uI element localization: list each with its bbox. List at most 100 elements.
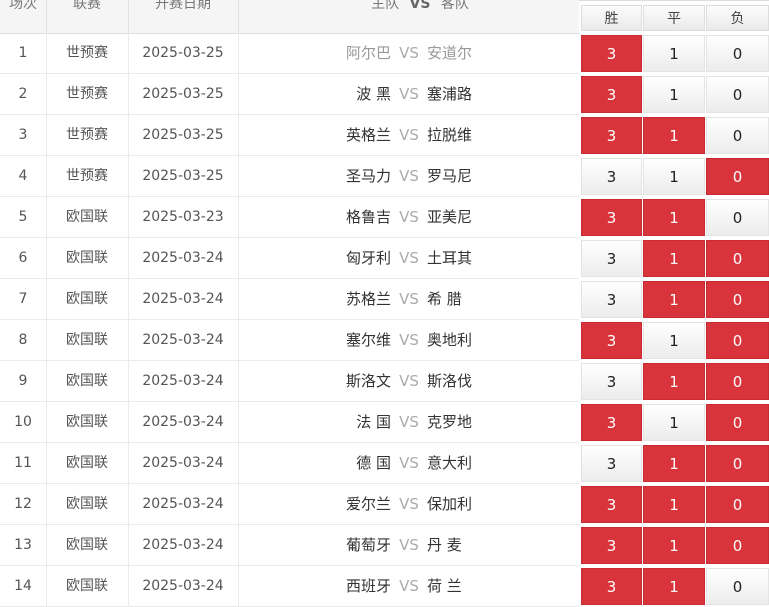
- vs-label: VS: [399, 126, 419, 144]
- away-team: 奥地利: [427, 331, 473, 349]
- match-no: 11: [14, 455, 32, 471]
- league-name: 欧国联: [66, 578, 108, 594]
- win-option[interactable]: 3: [581, 199, 642, 236]
- league-name: 欧国联: [66, 455, 108, 471]
- header-match-no: 场次: [9, 0, 37, 12]
- match-no: 13: [14, 537, 32, 553]
- win-option[interactable]: 3: [581, 527, 642, 564]
- win-option[interactable]: 3: [581, 363, 642, 400]
- draw-option[interactable]: 1: [643, 486, 705, 523]
- draw-option[interactable]: 1: [643, 76, 705, 113]
- match-date: 2025-03-24: [142, 373, 224, 389]
- header-date: 开赛日期: [155, 0, 211, 12]
- match-no: 6: [18, 250, 28, 266]
- league-name: 欧国联: [66, 332, 108, 348]
- lose-option[interactable]: 0: [706, 76, 769, 113]
- win-option[interactable]: 3: [581, 117, 642, 154]
- lose-option[interactable]: 0: [706, 199, 769, 236]
- league-name: 欧国联: [66, 250, 108, 266]
- match-teams: 格鲁吉 VS 亚美尼: [239, 197, 579, 238]
- league-name: 欧国联: [66, 209, 108, 225]
- win-option[interactable]: 3: [581, 322, 642, 359]
- draw-option[interactable]: 1: [643, 322, 705, 359]
- league-name: 欧国联: [66, 291, 108, 307]
- win-option[interactable]: 3: [581, 486, 642, 523]
- draw-option[interactable]: 1: [643, 445, 705, 482]
- draw-option[interactable]: 1: [643, 527, 705, 564]
- lose-option[interactable]: 0: [706, 363, 769, 400]
- away-team: 希 腊: [427, 290, 462, 308]
- win-option[interactable]: 3: [581, 158, 642, 195]
- win-option[interactable]: 3: [581, 76, 642, 113]
- home-team: 德 国: [356, 454, 391, 472]
- vs-label: VS: [399, 536, 419, 554]
- vs-label: VS: [399, 454, 419, 472]
- win-option[interactable]: 3: [581, 445, 642, 482]
- match-teams: 法 国 VS 克罗地: [239, 402, 579, 443]
- home-team: 波 黑: [356, 85, 391, 103]
- match-date: 2025-03-25: [142, 45, 224, 61]
- odds-header: 胜 平 负: [579, 0, 769, 34]
- lose-option[interactable]: 0: [706, 117, 769, 154]
- away-team: 罗马尼: [427, 167, 473, 185]
- home-team: 爱尔兰: [345, 495, 391, 513]
- lose-option[interactable]: 0: [706, 35, 769, 72]
- lose-option[interactable]: 0: [706, 158, 769, 195]
- lose-option[interactable]: 0: [706, 404, 769, 441]
- home-team: 阿尔巴: [345, 44, 391, 62]
- win-option[interactable]: 3: [581, 568, 642, 605]
- league-name: 世预赛: [66, 168, 108, 184]
- header-draw: 平: [643, 5, 705, 31]
- table-row: 1 世预赛 2025-03-25 阿尔巴 VS 安道尔 3 1 0: [0, 33, 769, 74]
- table-row: 6 欧国联 2025-03-24 匈牙利 VS 土耳其 3 1 0: [0, 238, 769, 279]
- draw-option[interactable]: 1: [643, 158, 705, 195]
- win-option[interactable]: 3: [581, 240, 642, 277]
- league-name: 欧国联: [66, 414, 108, 430]
- home-team: 匈牙利: [345, 249, 391, 267]
- win-option[interactable]: 3: [581, 404, 642, 441]
- draw-option[interactable]: 1: [643, 363, 705, 400]
- win-option[interactable]: 3: [581, 35, 642, 72]
- league-name: 世预赛: [66, 127, 108, 143]
- draw-option[interactable]: 1: [643, 35, 705, 72]
- home-team: 斯洛文: [345, 372, 391, 390]
- match-no: 10: [14, 414, 32, 430]
- match-date: 2025-03-24: [142, 537, 224, 553]
- match-teams: 西班牙 VS 荷 兰: [239, 566, 579, 607]
- table-header: 场次 联赛 开赛日期 主队 VS 客队: [0, 0, 579, 34]
- league-name: 欧国联: [66, 537, 108, 553]
- lose-option[interactable]: 0: [706, 281, 769, 318]
- lose-option[interactable]: 0: [706, 240, 769, 277]
- draw-option[interactable]: 1: [643, 199, 705, 236]
- draw-option[interactable]: 1: [643, 240, 705, 277]
- divider: [238, 0, 239, 33]
- league-name: 世预赛: [66, 45, 108, 61]
- vs-label: VS: [399, 577, 419, 595]
- draw-option[interactable]: 1: [643, 281, 705, 318]
- draw-option[interactable]: 1: [643, 568, 705, 605]
- lose-option[interactable]: 0: [706, 568, 769, 605]
- win-option[interactable]: 3: [581, 281, 642, 318]
- home-team: 葡萄牙: [345, 536, 391, 554]
- away-team: 塞浦路: [427, 85, 473, 103]
- draw-option[interactable]: 1: [643, 404, 705, 441]
- league-name: 欧国联: [66, 373, 108, 389]
- away-team: 保加利: [427, 495, 473, 513]
- header-lose: 负: [706, 5, 769, 31]
- home-team: 圣马力: [345, 167, 391, 185]
- lose-option[interactable]: 0: [706, 322, 769, 359]
- lose-option[interactable]: 0: [706, 445, 769, 482]
- draw-option[interactable]: 1: [643, 117, 705, 154]
- match-teams: 匈牙利 VS 土耳其: [239, 238, 579, 279]
- lose-option[interactable]: 0: [706, 486, 769, 523]
- header-away: 客队: [440, 0, 469, 12]
- lose-option[interactable]: 0: [706, 527, 769, 564]
- match-teams: 德 国 VS 意大利: [239, 443, 579, 484]
- match-date: 2025-03-25: [142, 127, 224, 143]
- home-team: 苏格兰: [345, 290, 391, 308]
- table-row: 8 欧国联 2025-03-24 塞尔维 VS 奥地利 3 1 0: [0, 320, 769, 361]
- away-team: 斯洛伐: [427, 372, 473, 390]
- match-teams: 英格兰 VS 拉脱维: [239, 115, 579, 156]
- table-row: 9 欧国联 2025-03-24 斯洛文 VS 斯洛伐 3 1 0: [0, 361, 769, 402]
- match-no: 12: [14, 496, 32, 512]
